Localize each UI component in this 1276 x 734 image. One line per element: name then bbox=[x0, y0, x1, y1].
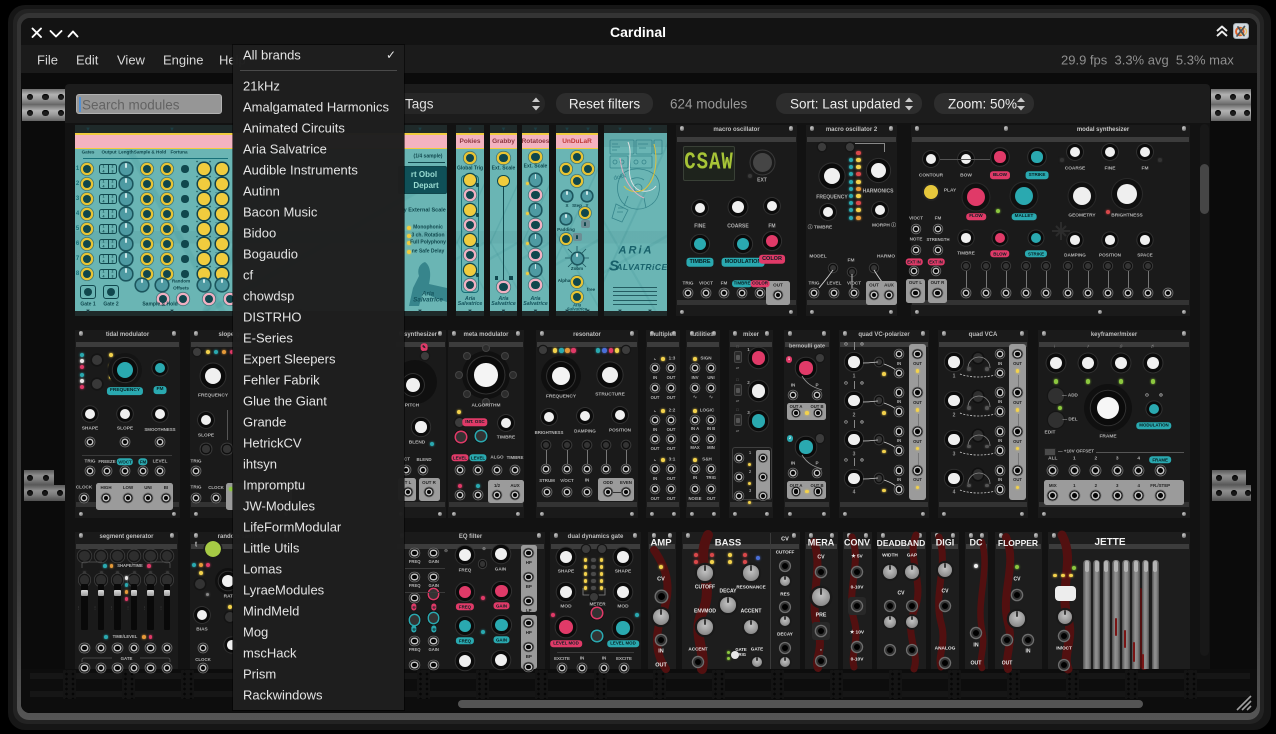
svg-text:dokk: dokk bbox=[613, 173, 628, 182]
